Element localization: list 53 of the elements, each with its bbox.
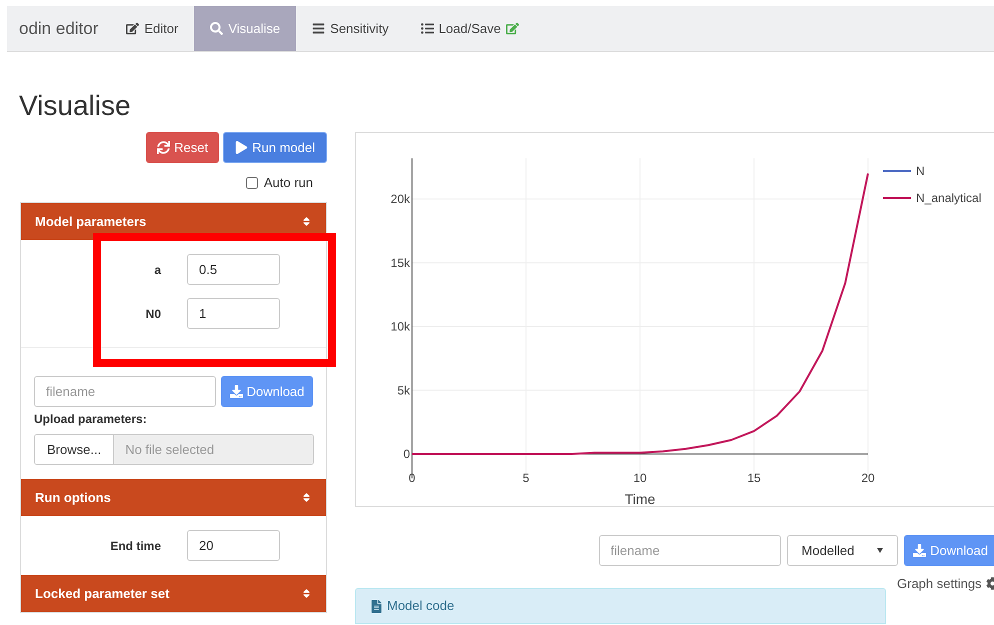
caret-icon [876, 548, 883, 553]
edit-icon [506, 22, 519, 35]
end-time-label: End time [109, 538, 161, 554]
page-title: Visualise [19, 90, 132, 122]
model-code-panel[interactable]: Model code [355, 588, 886, 624]
refresh-icon [157, 141, 170, 154]
menu-icon [312, 22, 326, 35]
upload-label: Upload parameters: [34, 411, 148, 428]
x-axis-title: Time [624, 491, 656, 505]
accordion-header[interactable]: Locked parameter set [21, 575, 326, 612]
file-icon [370, 600, 383, 612]
download-icon [230, 385, 243, 398]
y-tick-label: 0 [403, 447, 410, 461]
sort-icon [301, 492, 312, 503]
y-tick-label: 5k [397, 383, 410, 398]
file-field[interactable]: Browse... No file selected [34, 434, 314, 465]
run-model-button[interactable]: Run model [223, 132, 327, 163]
x-tick-label: 15 [747, 471, 761, 485]
parameter-label: N0 [144, 306, 161, 322]
y-tick-label: 10k [390, 320, 410, 334]
nav-tab[interactable]: Editor [110, 6, 194, 51]
graph-settings-link[interactable]: Graph settings [897, 574, 994, 592]
y-tick-label: 20k [390, 192, 410, 206]
browse-button[interactable]: Browse... [35, 435, 114, 464]
download-icon [913, 544, 926, 557]
accordion-header[interactable]: Run options [21, 479, 326, 516]
list-icon [420, 22, 434, 35]
legend-label[interactable]: N [916, 164, 925, 178]
series-select[interactable]: Modelled [786, 535, 898, 566]
legend-label[interactable]: N_analytical [916, 191, 982, 205]
parameter-input[interactable]: 0.5 [187, 254, 280, 285]
nav-tab[interactable]: Sensitivity [296, 6, 405, 51]
nav-tab[interactable]: Load/Save [404, 6, 535, 51]
end-time-input[interactable]: 20 [187, 530, 280, 561]
sort-icon [301, 588, 312, 599]
auto-run-checkbox[interactable] [246, 177, 258, 189]
file-name-field: No file selected [114, 435, 313, 464]
parameter-label: a [153, 262, 161, 278]
filename-input[interactable]: filename [34, 376, 216, 407]
x-tick-label: 5 [522, 471, 530, 485]
auto-run-label: Auto run [264, 174, 313, 192]
x-tick-label: 20 [861, 471, 875, 485]
edit-icon [126, 22, 140, 35]
parameter-input[interactable]: 1 [187, 298, 280, 329]
filename-input[interactable]: filename [598, 535, 781, 566]
x-tick-label: 10 [633, 471, 647, 485]
sort-icon [301, 216, 312, 227]
reset-button[interactable]: Reset [146, 132, 220, 163]
y-tick-label: 15k [390, 256, 410, 270]
play-icon [235, 141, 248, 154]
search-icon [210, 22, 224, 35]
model-code-title: Model code [387, 597, 454, 616]
brand[interactable]: odin editor [7, 6, 110, 51]
